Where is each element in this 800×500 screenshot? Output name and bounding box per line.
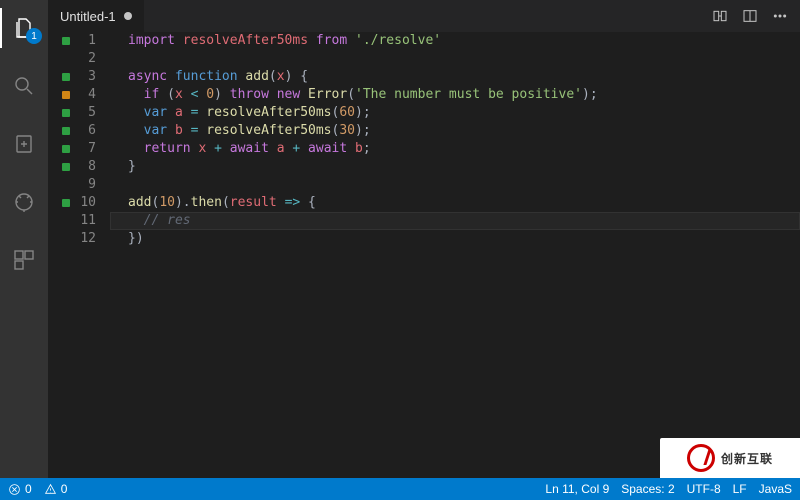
code-editor[interactable]: 123456789101112 import resolveAfter50ms … — [48, 32, 800, 478]
status-spaces[interactable]: Spaces: 2 — [621, 482, 674, 496]
current-line-highlight — [110, 212, 800, 230]
gutter-row: 6 — [48, 122, 98, 140]
status-eol[interactable]: LF — [733, 482, 747, 496]
tab-untitled[interactable]: Untitled-1 — [48, 0, 145, 32]
status-bar: 0 0 Ln 11, Col 9 Spaces: 2 UTF-8 LF Java… — [0, 478, 800, 500]
gutter-row: 4 — [48, 86, 98, 104]
line-marker-icon — [62, 199, 70, 207]
line-number: 5 — [78, 104, 96, 122]
code-line[interactable]: } — [128, 158, 800, 176]
files-badge: 1 — [26, 28, 42, 44]
code-line[interactable]: add(10).then(result => { — [128, 194, 800, 212]
gutter-row: 7 — [48, 140, 98, 158]
status-errors[interactable]: 0 — [8, 482, 32, 496]
status-warnings[interactable]: 0 — [44, 482, 68, 496]
status-cursor[interactable]: Ln 11, Col 9 — [545, 482, 609, 496]
more-actions-icon[interactable] — [772, 8, 788, 24]
code-line[interactable]: var a = resolveAfter50ms(60); — [128, 104, 800, 122]
gutter-row: 9 — [48, 176, 98, 194]
activity-diff-icon[interactable] — [0, 124, 48, 164]
code-line[interactable]: return x + await a + await b; — [128, 140, 800, 158]
line-number: 1 — [78, 32, 96, 50]
status-encoding[interactable]: UTF-8 — [687, 482, 721, 496]
activity-bar: 1 — [0, 0, 48, 478]
gutter-row: 8 — [48, 158, 98, 176]
gutter-row: 11 — [48, 212, 98, 230]
line-marker-icon — [62, 127, 70, 135]
line-number: 8 — [78, 158, 96, 176]
line-number: 12 — [78, 230, 96, 248]
split-editor-icon[interactable] — [742, 8, 758, 24]
gutter-row: 1 — [48, 32, 98, 50]
editor-area: Untitled-1 123456789101112 import resolv… — [48, 0, 800, 478]
gutter-row: 3 — [48, 68, 98, 86]
activity-extensions-icon[interactable] — [0, 240, 48, 280]
gutter-row: 5 — [48, 104, 98, 122]
line-number: 4 — [78, 86, 96, 104]
line-marker-icon — [62, 163, 70, 171]
activity-search-icon[interactable] — [0, 66, 48, 106]
line-number: 3 — [78, 68, 96, 86]
line-marker-icon — [62, 91, 70, 99]
line-number: 6 — [78, 122, 96, 140]
line-number: 10 — [78, 194, 96, 212]
tab-dirty-dot-icon — [124, 12, 132, 20]
gutter-row: 2 — [48, 50, 98, 68]
line-marker-icon — [62, 109, 70, 117]
line-number: 9 — [78, 176, 96, 194]
tab-bar: Untitled-1 — [48, 0, 800, 32]
code-line[interactable]: var b = resolveAfter50ms(30); — [128, 122, 800, 140]
line-marker-icon — [62, 73, 70, 81]
code-line[interactable]: async function add(x) { — [128, 68, 800, 86]
code-line[interactable]: import resolveAfter50ms from './resolve' — [128, 32, 800, 50]
line-marker-icon — [62, 37, 70, 45]
line-number: 2 — [78, 50, 96, 68]
watermark: 创新互联 — [660, 438, 800, 478]
gutter-row: 10 — [48, 194, 98, 212]
activity-files-icon[interactable]: 1 — [0, 8, 48, 48]
code-line[interactable]: }) — [128, 230, 800, 248]
code-line[interactable]: if (x < 0) throw new Error('The number m… — [128, 86, 800, 104]
line-number: 11 — [78, 212, 96, 230]
tab-title: Untitled-1 — [60, 9, 116, 24]
status-language[interactable]: JavaS — [759, 482, 792, 496]
watermark-logo-icon — [687, 444, 715, 472]
gutter-row: 12 — [48, 230, 98, 248]
line-number: 7 — [78, 140, 96, 158]
compare-changes-icon[interactable] — [712, 8, 728, 24]
line-marker-icon — [62, 145, 70, 153]
code-line[interactable] — [128, 50, 800, 68]
code-line[interactable] — [128, 176, 800, 194]
activity-debug-icon[interactable] — [0, 182, 48, 222]
watermark-text: 创新互联 — [721, 450, 773, 467]
